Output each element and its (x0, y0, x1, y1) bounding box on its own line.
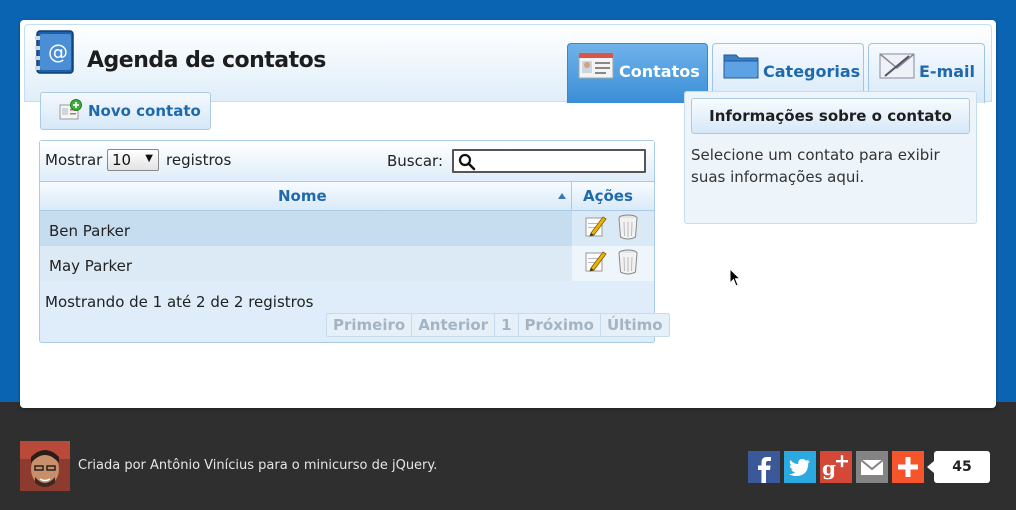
edit-pencil-icon[interactable] (585, 249, 607, 273)
pagination-previous[interactable]: Anterior (412, 314, 496, 336)
records-label: registros (166, 151, 232, 169)
addthis-share-icon[interactable] (892, 451, 924, 483)
author-credit: Criada por Antônio Vinícius para o minic… (78, 458, 438, 473)
table-row[interactable]: Ben Parker (40, 211, 654, 246)
edit-pencil-icon[interactable] (585, 214, 607, 238)
contacts-table-panel: Mostrar 10 ▼ registros Buscar: Nome Açõe… (39, 140, 670, 343)
contact-card-icon (578, 52, 614, 79)
page-size-value: 10 (112, 151, 132, 169)
address-book-icon: @ (35, 30, 74, 74)
app-window: @ Agenda de contatos Contatos Categorias (20, 20, 996, 408)
contact-info-text: Selecione um contato para exibir suas in… (691, 146, 940, 186)
contact-info-panel: Informações sobre o contato Selecione um… (684, 91, 977, 224)
column-header-actions: Ações (573, 182, 654, 210)
author-avatar (20, 441, 70, 491)
table-toolbar: Mostrar 10 ▼ registros Buscar: (40, 141, 654, 181)
email-share-icon[interactable] (856, 451, 888, 483)
contact-actions-cell (572, 246, 654, 281)
tab-categorias-label: Categorias (763, 62, 861, 81)
table-info: Mostrando de 1 até 2 de 2 registros (45, 293, 314, 311)
search-icon (458, 153, 476, 171)
svg-text:@: @ (48, 40, 68, 64)
new-contact-button[interactable]: Novo contato (40, 92, 211, 130)
column-header-name[interactable]: Nome (40, 182, 572, 210)
envelope-icon (879, 53, 915, 79)
column-header-name-label: Nome (278, 187, 327, 205)
column-header-actions-label: Ações (583, 187, 633, 205)
show-label: Mostrar (45, 151, 103, 169)
contact-actions-cell (572, 211, 654, 246)
contact-name-cell[interactable]: May Parker (40, 246, 572, 281)
pagination: Primeiro Anterior 1 Próximo Último (326, 313, 670, 337)
sort-ascending-icon (558, 193, 566, 199)
add-contact-icon (59, 99, 82, 120)
twitter-share-icon[interactable] (784, 451, 816, 483)
search-label: Buscar: (387, 152, 444, 170)
share-count-badge: 45 (927, 451, 990, 483)
tab-email-label: E-mail (919, 62, 976, 81)
table-header: Nome Ações (40, 181, 654, 211)
new-contact-label: Novo contato (88, 102, 201, 120)
tab-contatos-label: Contatos (619, 62, 700, 81)
contact-name-cell[interactable]: Ben Parker (40, 211, 572, 246)
select-arrow-icon: ▼ (145, 153, 153, 164)
pagination-first[interactable]: Primeiro (327, 314, 413, 336)
contact-name: May Parker (49, 257, 133, 275)
svg-text:g: g (822, 456, 836, 480)
trash-icon[interactable] (618, 249, 638, 275)
table-row[interactable]: May Parker (40, 246, 654, 281)
pagination-last[interactable]: Último (601, 314, 669, 336)
folder-icon (723, 54, 759, 79)
trash-icon[interactable] (618, 214, 638, 240)
app-title: Agenda de contatos (87, 48, 326, 73)
google-plus-share-icon[interactable]: g (820, 451, 852, 483)
facebook-share-icon[interactable] (748, 451, 780, 483)
pagination-next[interactable]: Próximo (519, 314, 601, 336)
pagination-page[interactable]: 1 (495, 314, 519, 336)
contact-name: Ben Parker (49, 222, 131, 240)
contact-info-title: Informações sobre o contato (691, 98, 970, 134)
search-input[interactable] (452, 149, 646, 173)
page-size-select[interactable]: 10 ▼ (107, 149, 159, 171)
mouse-cursor-icon (729, 268, 741, 287)
